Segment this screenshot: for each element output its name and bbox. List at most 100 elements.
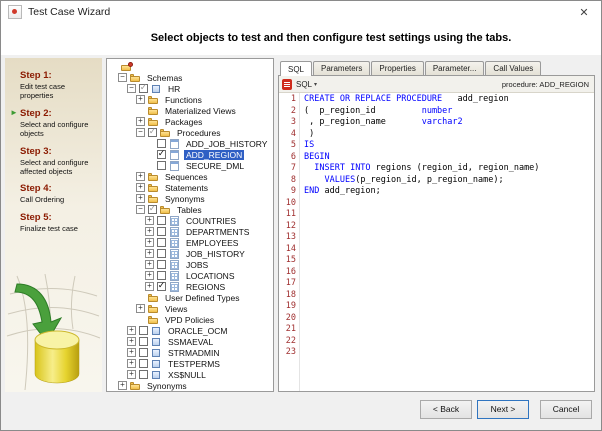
expander-icon[interactable] — [145, 260, 154, 269]
checkbox[interactable] — [139, 370, 148, 379]
expander-icon[interactable] — [136, 194, 145, 203]
checkbox[interactable] — [157, 216, 166, 225]
back-button[interactable]: < Back — [420, 399, 472, 419]
tree-row-add-job-history[interactable]: ADD_JOB_HISTORY — [107, 138, 273, 149]
checkbox[interactable] — [157, 238, 166, 247]
tree-node-label[interactable]: JOBS — [184, 260, 210, 270]
tree-node-label[interactable]: Views — [163, 304, 190, 314]
tree-row-views[interactable]: Views — [107, 303, 273, 314]
cancel-button[interactable]: Cancel — [540, 399, 592, 419]
tree-row-locations[interactable]: LOCATIONS — [107, 270, 273, 281]
next-button[interactable]: Next > — [477, 399, 529, 419]
tree-node-label[interactable]: Schemas — [145, 73, 184, 83]
tree-row-employees[interactable]: EMPLOYEES — [107, 237, 273, 248]
tree-row-xs-null[interactable]: XS$NULL — [107, 369, 273, 380]
checkbox[interactable] — [148, 205, 157, 214]
tree-node-label[interactable]: VPD Policies — [163, 315, 216, 325]
expander-icon[interactable] — [136, 304, 145, 313]
step-block[interactable]: Step 3: Select and configure affected obj… — [10, 146, 99, 177]
expander-icon[interactable] — [145, 249, 154, 258]
tree-node-label[interactable]: Synonyms — [145, 381, 189, 391]
tree-node-label[interactable]: ADD_JOB_HISTORY — [184, 139, 269, 149]
code-editor[interactable]: 1 2 3 4 5 6 7 8 9 10 11 12 13 14 15 16 17 18 19 20 21 22 23 CR… — [279, 93, 594, 391]
tree-row-strmadmin[interactable]: STRMADMIN — [107, 347, 273, 358]
expander-icon[interactable] — [118, 73, 127, 82]
checkbox[interactable] — [157, 150, 166, 159]
expander-icon[interactable] — [136, 205, 145, 214]
tree-row-job-history[interactable]: JOB_HISTORY — [107, 248, 273, 259]
expander-icon[interactable] — [145, 238, 154, 247]
step-block[interactable]: Step 4: Call Ordering — [10, 183, 99, 204]
checkbox[interactable] — [139, 326, 148, 335]
tree-row-procedures[interactable]: Procedures — [107, 127, 273, 138]
tree-node-label[interactable]: XS$NULL — [166, 370, 208, 380]
tree-node-label[interactable]: ADD_REGION — [184, 149, 245, 160]
checkbox[interactable] — [148, 128, 157, 137]
tab-call-values[interactable]: Call Values — [485, 61, 542, 75]
tree-node-label[interactable]: Materialized Views — [163, 106, 238, 116]
tree-row-jobs[interactable]: JOBS — [107, 259, 273, 270]
checkbox[interactable] — [139, 337, 148, 346]
tree-row-testperms[interactable]: TESTPERMS — [107, 358, 273, 369]
expander-icon[interactable] — [145, 282, 154, 291]
tab-properties[interactable]: Properties — [371, 61, 424, 75]
expander-icon[interactable] — [136, 117, 145, 126]
expander-icon[interactable] — [136, 172, 145, 181]
tree-node-label[interactable]: Tables — [175, 205, 204, 215]
tree-node-label[interactable]: Synonyms — [163, 194, 207, 204]
tree-node-label[interactable]: EMPLOYEES — [184, 238, 240, 248]
expander-icon[interactable] — [118, 381, 127, 390]
checkbox[interactable] — [157, 139, 166, 148]
expander-icon[interactable] — [127, 84, 136, 93]
tab-sql[interactable]: SQL — [280, 61, 313, 76]
tree-row-synonyms[interactable]: Synonyms — [107, 193, 273, 204]
tree-row-synonyms[interactable]: Synonyms — [107, 380, 273, 391]
tree-node-label[interactable]: COUNTRIES — [184, 216, 238, 226]
checkbox[interactable] — [157, 249, 166, 258]
tree-row-user-defined-types[interactable]: User Defined Types — [107, 292, 273, 303]
tree-node-label[interactable]: Packages — [163, 117, 204, 127]
sql-dropdown[interactable]: SQL ▾ — [296, 80, 317, 89]
tree-node-label[interactable]: ORACLE_OCM — [166, 326, 230, 336]
expander-icon[interactable] — [136, 183, 145, 192]
tree-row-oracle-ocm[interactable]: ORACLE_OCM — [107, 325, 273, 336]
tab-parameter[interactable]: Parameter... — [424, 61, 485, 75]
expander-icon[interactable] — [127, 348, 136, 357]
object-tree[interactable]: SchemasHRFunctionsMaterialized ViewsPack… — [106, 58, 274, 392]
tree-node-label[interactable]: User Defined Types — [163, 293, 242, 303]
tree-row-tables[interactable]: Tables — [107, 204, 273, 215]
tree-node-label[interactable]: Sequences — [163, 172, 210, 182]
close-button[interactable]: ✕ — [567, 1, 601, 23]
tree-row-statements[interactable]: Statements — [107, 182, 273, 193]
tree-row-ssmaeval[interactable]: SSMAEVAL — [107, 336, 273, 347]
tree-node-label[interactable]: Functions — [163, 95, 204, 105]
expander-icon[interactable] — [127, 326, 136, 335]
tree-row-node[interactable] — [107, 61, 273, 72]
tree-row-departments[interactable]: DEPARTMENTS — [107, 226, 273, 237]
checkbox[interactable] — [139, 359, 148, 368]
expander-icon[interactable] — [127, 370, 136, 379]
step-block[interactable]: Step 2:Select and configure objects — [10, 108, 99, 139]
tree-node-label[interactable]: TESTPERMS — [166, 359, 222, 369]
checkbox[interactable] — [157, 282, 166, 291]
checkbox[interactable] — [157, 271, 166, 280]
tree-row-secure-dml[interactable]: SECURE_DML — [107, 160, 273, 171]
checkbox[interactable] — [139, 84, 148, 93]
tree-row-materialized-views[interactable]: Materialized Views — [107, 105, 273, 116]
tree-node-label[interactable]: SSMAEVAL — [166, 337, 215, 347]
tree-row-functions[interactable]: Functions — [107, 94, 273, 105]
tree-node-label[interactable]: Procedures — [175, 128, 222, 138]
expander-icon[interactable] — [136, 128, 145, 137]
tree-node-label[interactable]: DEPARTMENTS — [184, 227, 251, 237]
tree-node-label[interactable]: REGIONS — [184, 282, 227, 292]
checkbox[interactable] — [157, 161, 166, 170]
tree-node-label[interactable]: JOB_HISTORY — [184, 249, 247, 259]
tree-node-label[interactable]: HR — [166, 84, 182, 94]
tree-row-sequences[interactable]: Sequences — [107, 171, 273, 182]
tree-row-packages[interactable]: Packages — [107, 116, 273, 127]
tree-row-countries[interactable]: COUNTRIES — [107, 215, 273, 226]
expander-icon[interactable] — [136, 95, 145, 104]
expander-icon[interactable] — [145, 216, 154, 225]
tree-node-label[interactable]: STRMADMIN — [166, 348, 221, 358]
tree-node-label[interactable]: LOCATIONS — [184, 271, 237, 281]
